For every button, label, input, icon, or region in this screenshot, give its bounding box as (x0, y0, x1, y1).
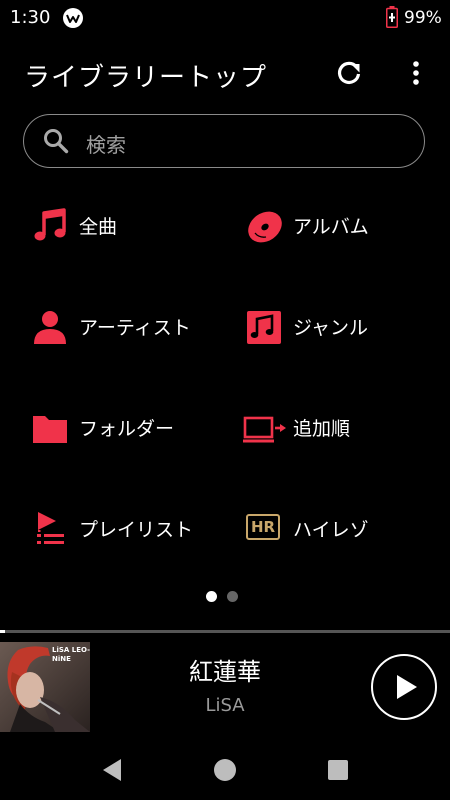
now-playing-title: 紅蓮華 (189, 658, 261, 686)
page-title: ライブラリートップ (24, 63, 268, 93)
refresh-icon (338, 61, 361, 84)
album-art-text: LiSA LEO-NiNE (52, 646, 90, 663)
menu-item-folders[interactable]: フォルダー (32, 397, 232, 457)
page-indicator (206, 591, 246, 603)
menu-label: ジャンル (293, 317, 369, 339)
music-note-icon (34, 208, 66, 241)
status-time: 1:30 (10, 7, 51, 28)
nav-home-button[interactable] (210, 755, 240, 785)
now-playing-bar[interactable]: LiSA LEO-NiNE 紅蓮華 LiSA (0, 642, 450, 734)
menu-item-playlists[interactable]: プレイリスト (34, 498, 234, 558)
menu-label: 追加順 (293, 418, 351, 440)
playlist-icon (37, 512, 64, 544)
menu-item-hi-res[interactable]: HR ハイレゾ (246, 498, 446, 558)
menu-label: 全曲 (79, 216, 118, 238)
nav-back-button[interactable] (97, 755, 127, 785)
menu-item-all-songs[interactable]: 全曲 (32, 195, 232, 255)
menu-label: ハイレゾ (293, 519, 369, 541)
playback-progress-fill (0, 630, 5, 633)
status-bar: 1:30 99% (0, 0, 450, 36)
recents-square-icon (328, 760, 348, 780)
home-circle-icon (214, 759, 236, 781)
battery-charging-icon (386, 6, 398, 28)
battery-percentage: 99% (404, 8, 442, 28)
page-dot-active[interactable] (206, 591, 217, 602)
search-icon (44, 129, 69, 154)
folder-icon (33, 416, 67, 443)
menu-label: アルバム (293, 216, 369, 238)
search-input[interactable]: 検索 (23, 114, 425, 168)
genre-icon (247, 311, 281, 344)
album-disc-icon (248, 211, 282, 243)
play-icon (397, 675, 417, 699)
search-placeholder: 検索 (86, 133, 126, 157)
refresh-button[interactable] (334, 58, 364, 88)
more-vertical-icon (413, 61, 419, 85)
hi-res-badge: HR (250, 518, 276, 536)
system-nav-bar (0, 740, 450, 800)
menu-item-recently-added[interactable]: 追加順 (242, 397, 442, 457)
nav-recents-button[interactable] (323, 755, 353, 785)
more-options-button[interactable] (404, 58, 428, 88)
menu-item-albums[interactable]: アルバム (246, 195, 446, 255)
menu-label: プレイリスト (79, 519, 194, 541)
hi-res-icon: HR (246, 514, 280, 540)
menu-label: アーティスト (79, 317, 191, 339)
back-triangle-icon (103, 759, 121, 781)
page-dot[interactable] (227, 591, 238, 602)
play-button[interactable] (371, 654, 437, 720)
artist-person-icon (34, 311, 66, 344)
menu-label: フォルダー (79, 418, 175, 440)
walkman-icon (63, 8, 83, 28)
album-art[interactable]: LiSA LEO-NiNE (0, 642, 90, 732)
now-playing-artist: LiSA (205, 695, 245, 716)
playback-progress-bar[interactable] (0, 630, 450, 633)
menu-item-genres[interactable]: ジャンル (246, 296, 446, 356)
recently-added-icon (243, 416, 286, 443)
menu-item-artists[interactable]: アーティスト (32, 296, 232, 356)
